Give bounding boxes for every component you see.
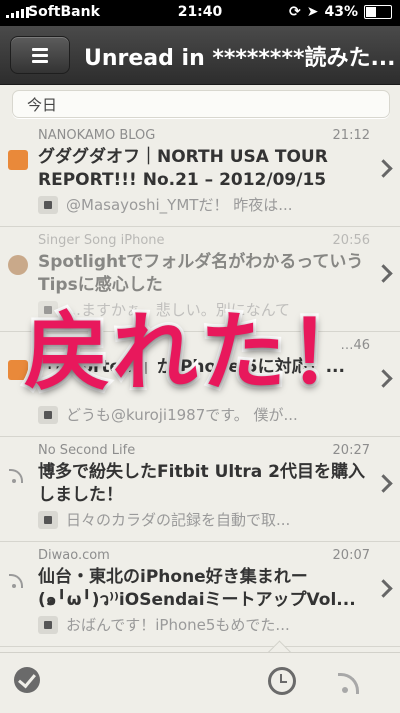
feed-icon — [9, 467, 28, 483]
item-title: 仙台・東北のiPhone好き集まれー(๑╹ω╹)ว⁾⁾iOSendaiミートアッ… — [38, 567, 356, 610]
all-items-button[interactable] — [338, 667, 370, 697]
list-item[interactable]: No Second Life 20:27 博多で紛失したFitbit Ultra… — [0, 437, 400, 542]
rotation-lock-icon: ⟳ — [289, 4, 301, 20]
avatar-icon — [8, 255, 28, 275]
page-title: Unread in ********読みた... — [84, 46, 394, 71]
section-header-today: 今日 — [12, 90, 390, 118]
chevron-right-icon — [374, 159, 393, 178]
navigation-bar: Unread in ********読みた... — [0, 26, 400, 85]
item-time: 20:07 — [332, 548, 370, 563]
menu-button[interactable] — [10, 36, 70, 74]
feed-icon — [9, 572, 28, 588]
item-source: NANOKAMO BLOG — [38, 128, 156, 143]
battery-icon — [364, 5, 392, 19]
item-summary: 日々のカラダの記録を自動で取... — [38, 509, 366, 530]
unread-marker-icon — [38, 405, 58, 424]
chevron-right-icon — [374, 264, 393, 283]
list-item[interactable]: NANOKAMO BLOG 21:12 グダグダオフ｜NORTH USA TOU… — [0, 122, 400, 227]
mark-all-read-button[interactable] — [14, 667, 44, 697]
unread-marker-icon — [38, 510, 58, 529]
item-time: 20:56 — [332, 233, 370, 248]
item-summary: @Masayoshi_YMTだ！ 昨夜は... — [38, 194, 366, 215]
item-title: グダグダオフ｜NORTH USA TOUR REPORT!!! No.21 – … — [38, 147, 328, 190]
overlay-caption: 戻れた！ — [21, 300, 377, 406]
section-label: 今日 — [27, 96, 58, 114]
item-time: 20:27 — [332, 443, 370, 458]
location-icon: ➤ — [306, 4, 319, 20]
battery-percent: 43% — [324, 4, 358, 20]
unread-marker-icon — [38, 195, 58, 214]
item-summary: どうも@kuroji1987です。 僕が... — [38, 404, 366, 425]
item-source: Singer Song iPhone — [38, 233, 165, 248]
chevron-right-icon — [374, 579, 393, 598]
unread-marker-icon — [38, 615, 58, 634]
hamburger-icon — [32, 48, 48, 66]
status-bar: SoftBank 21:40 ⟳ ➤ 43% — [0, 0, 400, 26]
checkmark-icon — [14, 667, 40, 693]
item-time: 21:12 — [332, 128, 370, 143]
item-summary: おばんです！iPhone5もめでた... — [38, 614, 366, 635]
bottom-toolbar — [0, 652, 400, 713]
chevron-right-icon — [374, 474, 393, 493]
list-item[interactable]: Diwao.com 20:07 仙台・東北のiPhone好き集まれー(๑╹ω╹)… — [0, 542, 400, 647]
unread-filter-button[interactable] — [268, 667, 298, 697]
item-source: No Second Life — [38, 443, 136, 458]
clock-icon — [268, 667, 296, 695]
item-source: Diwao.com — [38, 548, 110, 563]
blog-icon — [8, 150, 28, 170]
item-title: 博多で紛失したFitbit Ultra 2代目を購入しました！ — [38, 462, 365, 505]
